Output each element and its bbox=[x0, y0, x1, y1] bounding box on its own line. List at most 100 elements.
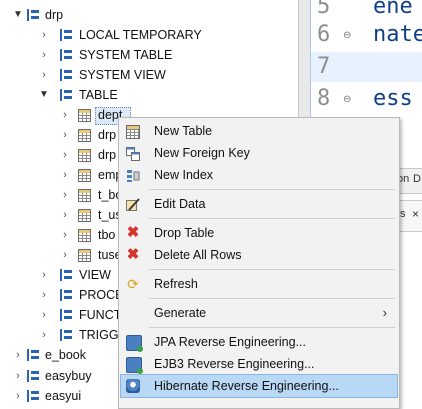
chevron-right-icon[interactable]: › bbox=[38, 325, 50, 345]
tree-item-view-folder[interactable]: › VIEW bbox=[0, 265, 118, 285]
fold-toggle-icon[interactable]: ⊖ bbox=[343, 30, 351, 41]
table-icon bbox=[78, 189, 91, 202]
tree-item-label: drp bbox=[45, 8, 64, 22]
tree-item-procedure-folder[interactable]: › PROCE bbox=[0, 285, 123, 305]
chevron-right-icon[interactable]: › bbox=[38, 285, 50, 305]
tree-item-label: SYSTEM VIEW bbox=[79, 68, 166, 82]
menu-separator bbox=[149, 218, 395, 219]
foreign-key-icon bbox=[126, 146, 140, 161]
chevron-right-icon[interactable]: › bbox=[38, 65, 50, 85]
table-icon bbox=[78, 109, 91, 122]
chevron-right-icon[interactable]: › bbox=[38, 25, 50, 45]
tree-item-label: FUNCT bbox=[79, 308, 122, 322]
chevron-right-icon[interactable]: › bbox=[59, 245, 71, 265]
menu-item-hibernate-reverse-engineering[interactable]: Hibernate Reverse Engineering... bbox=[120, 374, 398, 398]
tree-item-table[interactable]: › emp bbox=[0, 165, 122, 185]
schema-icon bbox=[60, 329, 74, 341]
menu-item-delete-all-rows[interactable]: ✖ Delete All Rows bbox=[121, 244, 397, 266]
menu-item-new-foreign-key[interactable]: New Foreign Key bbox=[121, 142, 397, 164]
menu-item-label: JPA Reverse Engineering... bbox=[154, 335, 306, 349]
menu-item-label: Generate bbox=[154, 306, 207, 320]
chevron-right-icon[interactable]: › bbox=[59, 105, 71, 125]
chevron-right-icon[interactable]: › bbox=[12, 366, 24, 386]
menu-item-ejb3-reverse-engineering[interactable]: EJB3 Reverse Engineering... bbox=[121, 353, 397, 375]
tree-item-label: LOCAL TEMPORARY bbox=[79, 28, 202, 42]
schema-icon bbox=[60, 289, 74, 301]
chevron-right-icon[interactable]: › bbox=[12, 386, 24, 406]
tree-item-table[interactable]: › drp bbox=[0, 125, 118, 145]
new-table-icon bbox=[126, 125, 140, 139]
line-number: 8 bbox=[317, 86, 331, 111]
menu-item-new-table[interactable]: New Table bbox=[121, 120, 397, 142]
chevron-right-icon[interactable]: › bbox=[12, 345, 24, 365]
line-number: 6 bbox=[317, 22, 331, 47]
code-line[interactable]: nate bbox=[373, 22, 422, 47]
schema-icon bbox=[27, 370, 41, 382]
menu-item-label: Drop Table bbox=[154, 226, 215, 240]
code-line[interactable]: ess bbox=[373, 86, 413, 111]
chevron-right-icon[interactable]: › bbox=[59, 225, 71, 245]
tree-item-table[interactable]: › t_us bbox=[0, 205, 122, 225]
schema-icon bbox=[60, 69, 74, 81]
tree-item-label: TABLE bbox=[79, 88, 118, 102]
tab-data[interactable]: D bbox=[413, 173, 421, 185]
tree-item-table[interactable]: › t_bo bbox=[0, 185, 122, 205]
menu-item-refresh[interactable]: ⟳ Refresh bbox=[121, 273, 397, 295]
ejb3-icon bbox=[126, 357, 143, 374]
edit-data-icon bbox=[126, 197, 140, 211]
chevron-down-icon[interactable]: ▼ bbox=[38, 85, 50, 105]
table-icon bbox=[78, 209, 91, 222]
tree-item-table[interactable]: › drp bbox=[0, 145, 118, 165]
line-number: 5 bbox=[317, 0, 331, 19]
menu-item-drop-table[interactable]: ✖ Drop Table bbox=[121, 222, 397, 244]
schema-icon bbox=[27, 349, 41, 361]
tree-item-trigger-folder[interactable]: › TRIGGI bbox=[0, 325, 122, 345]
chevron-down-icon[interactable]: ▼ bbox=[12, 5, 24, 25]
line-number: 7 bbox=[317, 54, 331, 79]
menu-item-edit-data[interactable]: Edit Data bbox=[121, 193, 397, 215]
close-icon[interactable]: × bbox=[412, 207, 419, 221]
red-x-icon: ✖ bbox=[126, 224, 140, 241]
schema-icon bbox=[60, 29, 74, 41]
refresh-icon: ⟳ bbox=[127, 276, 139, 292]
tree-item-drp-schema[interactable]: ▼ drp bbox=[0, 5, 298, 25]
chevron-right-icon[interactable]: › bbox=[59, 145, 71, 165]
tree-item-label: VIEW bbox=[79, 268, 111, 282]
tree-item-easyui-schema[interactable]: › easyui bbox=[0, 386, 118, 406]
chevron-right-icon[interactable]: › bbox=[59, 165, 71, 185]
table-icon bbox=[78, 129, 91, 142]
menu-separator bbox=[149, 189, 395, 190]
tree-item-system-table[interactable]: › SYSTEM TABLE bbox=[0, 45, 298, 65]
jpa-icon bbox=[126, 335, 143, 352]
table-icon bbox=[78, 229, 91, 242]
menu-item-generate[interactable]: Generate › bbox=[121, 302, 397, 324]
tree-item-local-temporary[interactable]: › LOCAL TEMPORARY bbox=[0, 25, 298, 45]
tree-item-system-view[interactable]: › SYSTEM VIEW bbox=[0, 65, 298, 85]
schema-icon bbox=[60, 309, 74, 321]
chevron-right-icon[interactable]: › bbox=[38, 305, 50, 325]
menu-item-label: Refresh bbox=[154, 277, 198, 291]
tree-item-label: TRIGGI bbox=[79, 328, 123, 342]
tree-item-label: PROCE bbox=[79, 288, 124, 302]
tree-item-label: SYSTEM TABLE bbox=[79, 48, 173, 62]
code-line[interactable]: ene bbox=[373, 0, 413, 19]
tree-item-table-folder[interactable]: ▼ TABLE bbox=[0, 85, 298, 105]
menu-item-jpa-reverse-engineering[interactable]: JPA Reverse Engineering... bbox=[121, 331, 397, 353]
chevron-right-icon[interactable]: › bbox=[59, 205, 71, 225]
tree-item-table[interactable]: › tuse bbox=[0, 245, 122, 265]
chevron-right-icon[interactable]: › bbox=[59, 185, 71, 205]
tree-item-label: e_book bbox=[45, 348, 87, 362]
tree-item-e-book-schema[interactable]: › e_book bbox=[0, 345, 118, 365]
menu-item-label: Hibernate Reverse Engineering... bbox=[154, 379, 339, 393]
tree-item-function-folder[interactable]: › FUNCT bbox=[0, 305, 122, 325]
menu-item-new-index[interactable]: New Index bbox=[121, 164, 397, 186]
fold-toggle-icon[interactable]: ⊖ bbox=[343, 94, 351, 105]
tree-item-easybuy-schema[interactable]: › easybuy bbox=[0, 366, 118, 386]
schema-icon bbox=[27, 390, 41, 402]
menu-item-label: EJB3 Reverse Engineering... bbox=[154, 357, 315, 371]
chevron-right-icon[interactable]: › bbox=[38, 45, 50, 65]
schema-icon bbox=[60, 89, 74, 101]
chevron-right-icon[interactable]: › bbox=[38, 265, 50, 285]
chevron-right-icon[interactable]: › bbox=[59, 125, 71, 145]
tree-item-table[interactable]: › tbo bbox=[0, 225, 118, 245]
